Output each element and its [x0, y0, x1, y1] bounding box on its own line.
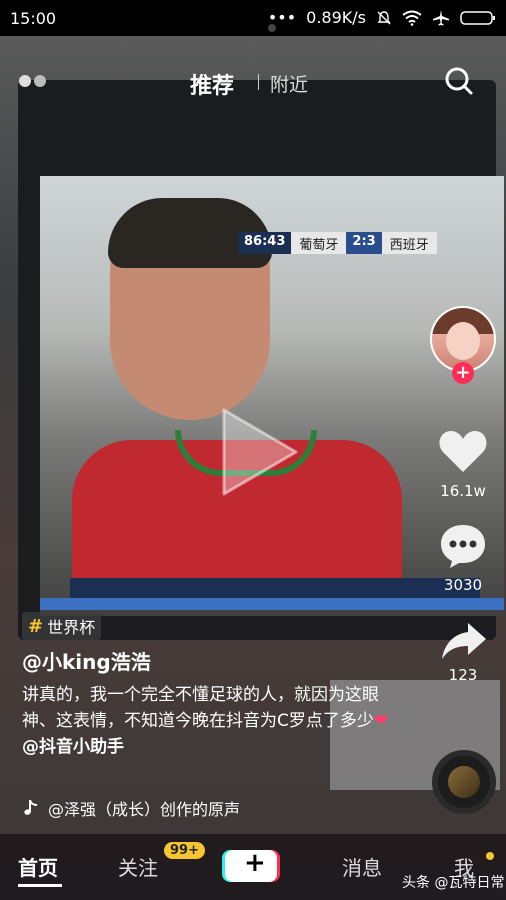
hashtag-chip[interactable]: # 世界杯	[22, 612, 102, 640]
play-icon[interactable]	[214, 402, 304, 502]
caption-text: 讲真的，我一个完全不懂足球的人，就因为这眼神、这表情，不知道今晚在抖音为C罗点了…	[22, 685, 379, 731]
like-count: 16.1w	[440, 482, 486, 500]
team-left: 葡萄牙	[291, 232, 347, 254]
nav-home-indicator	[18, 884, 62, 887]
caption-mention[interactable]: @抖音小助手	[22, 737, 124, 757]
hashtag-label: 世界杯	[47, 618, 96, 637]
airplane-icon	[433, 9, 449, 25]
search-icon[interactable]	[444, 66, 474, 96]
status-bar: 15:00 ••• 0.89K/s	[0, 0, 506, 36]
match-score: 2:3	[346, 232, 382, 254]
status-icons: ••• 0.89K/s	[268, 8, 496, 27]
network-speed: 0.89K/s	[306, 8, 366, 27]
me-notification-dot	[486, 852, 494, 860]
nav-home[interactable]: 首页	[18, 852, 58, 881]
create-plus-label[interactable]: +	[244, 848, 266, 878]
match-clock: 86:43	[238, 232, 292, 254]
music-disc-cover	[448, 766, 480, 798]
follow-badge: 99+	[164, 842, 205, 859]
live-dots-icon[interactable]	[18, 74, 50, 88]
hashtag-icon: #	[28, 615, 44, 637]
caption-heart: ❤	[373, 711, 389, 731]
like-heart-icon[interactable]	[438, 428, 488, 474]
creator-username[interactable]: @小king浩浩	[22, 646, 151, 675]
nav-messages[interactable]: 消息	[342, 852, 382, 881]
share-arrow-icon[interactable]	[440, 620, 488, 662]
music-title: @泽强（成长）创作的原声	[48, 800, 241, 819]
comment-count: 3030	[443, 576, 483, 594]
team-right: 西班牙	[381, 232, 437, 254]
tv-ticker-bar	[40, 598, 504, 610]
avatar-face	[446, 322, 480, 360]
watermark: 头条 @瓦特日常	[402, 875, 505, 891]
battery-icon	[460, 10, 495, 25]
tiktok-note-icon	[24, 800, 37, 815]
music-disc[interactable]	[432, 750, 496, 814]
share-count: 123	[448, 666, 478, 684]
tab-divider	[258, 74, 259, 90]
follow-plus-button[interactable]: +	[452, 362, 474, 384]
tab-nearby[interactable]: 附近	[270, 70, 308, 97]
music-line[interactable]: @泽强（成长）创作的原声	[22, 796, 240, 820]
tab-recommend[interactable]: 推荐	[190, 68, 234, 100]
more-dots-icon: •••	[267, 8, 297, 27]
post-caption: 讲真的，我一个完全不懂足球的人，就因为这眼神、这表情，不知道今晚在抖音为C罗点了…	[22, 682, 392, 760]
comment-icon[interactable]	[438, 522, 488, 570]
nav-follow[interactable]: 关注	[118, 852, 158, 881]
wifi-icon	[402, 10, 422, 26]
status-time: 15:00	[10, 9, 57, 28]
alarm-off-icon	[377, 10, 391, 24]
scoreboard: 86:43 葡萄牙 2:3 西班牙	[238, 232, 437, 254]
